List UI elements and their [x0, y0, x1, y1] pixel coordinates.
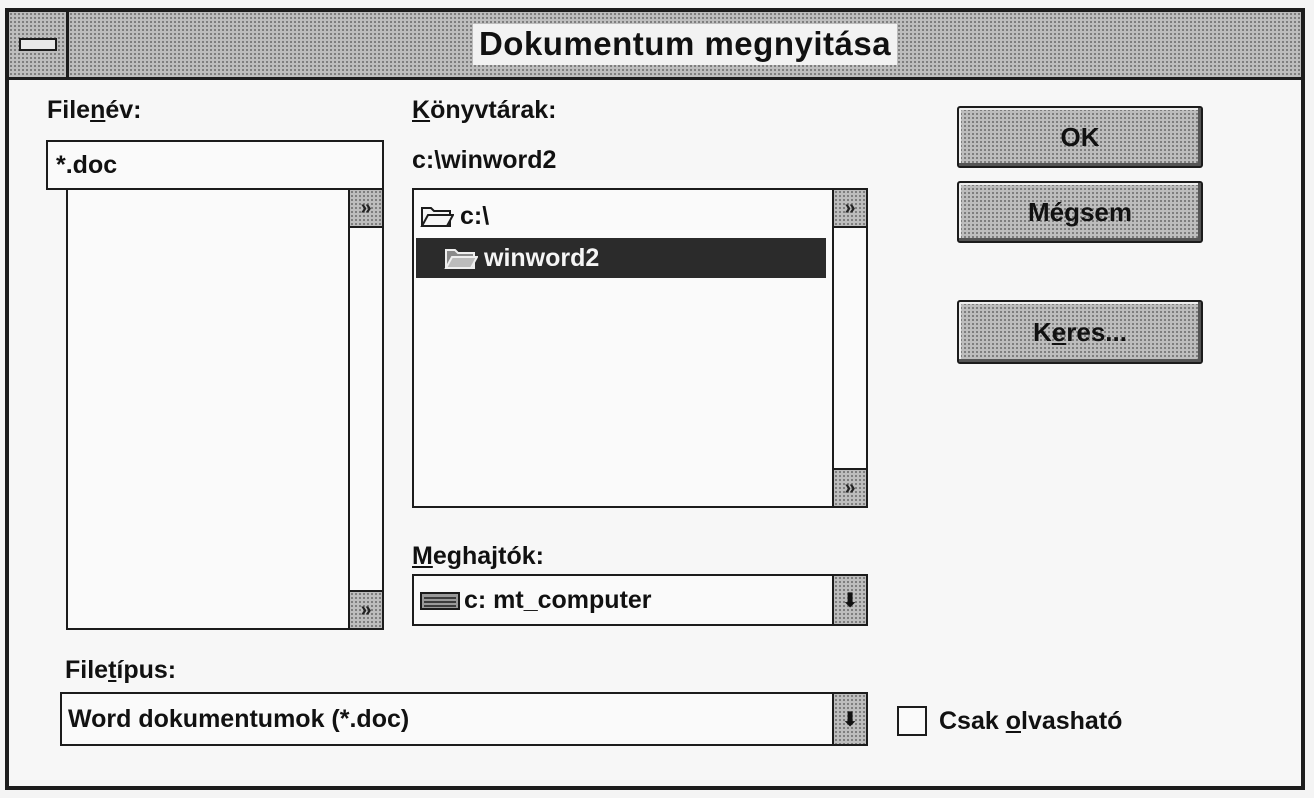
readonly-option[interactable]: Csak olvasható — [897, 706, 1122, 736]
current-path: c:\winword2 — [412, 146, 557, 174]
chevron-down-icon: » — [360, 598, 372, 621]
find-button[interactable]: Keres... — [957, 300, 1203, 364]
chevron-up-icon: » — [360, 196, 372, 219]
directories-label: Könyvtárak: — [412, 96, 557, 124]
arrow-down-icon: ⬇ — [841, 589, 859, 612]
readonly-checkbox[interactable] — [897, 706, 927, 736]
scroll-up-button[interactable]: » — [834, 190, 866, 228]
filename-label: Filenév: — [47, 96, 142, 124]
scroll-up-button[interactable]: » — [350, 190, 382, 228]
filename-input[interactable]: *.doc — [46, 140, 384, 190]
scroll-down-button[interactable]: » — [350, 590, 382, 628]
arrow-down-icon: ⬇ — [841, 708, 859, 731]
filetype-dropdown[interactable]: Word dokumentumok (*.doc) ⬇ — [60, 692, 868, 746]
directory-list-scrollbar[interactable]: » » — [832, 190, 866, 506]
filetype-label: Filetípus: — [65, 656, 177, 684]
hard-drive-icon — [420, 590, 460, 612]
readonly-label: Csak olvasható — [939, 706, 1123, 735]
directory-list[interactable]: c:\ winword2 » » — [412, 188, 868, 508]
filetype-dropdown-button[interactable]: ⬇ — [832, 694, 866, 744]
drives-dropdown-button[interactable]: ⬇ — [832, 576, 866, 624]
ok-button[interactable]: OK — [957, 106, 1203, 168]
chevron-down-icon: » — [844, 476, 856, 499]
open-folder-icon — [420, 204, 454, 228]
system-menu-icon — [18, 38, 57, 51]
directory-item-winword2[interactable]: winword2 — [416, 238, 826, 278]
chevron-up-icon: » — [844, 196, 856, 219]
file-list[interactable]: » » — [66, 188, 384, 630]
open-folder-icon — [444, 246, 478, 270]
scroll-down-button[interactable]: » — [834, 468, 866, 506]
window-title: Dokumentum megnyitása — [472, 24, 898, 65]
open-document-dialog: Dokumentum megnyitása Filenév: *.doc » »… — [5, 8, 1305, 790]
filetype-value: Word dokumentumok (*.doc) — [68, 705, 410, 733]
drives-label: Meghajtók: — [412, 542, 544, 570]
file-list-scrollbar[interactable]: » » — [348, 190, 382, 628]
cancel-button[interactable]: Mégsem — [957, 181, 1203, 243]
directory-item-label: c:\ — [460, 201, 490, 230]
title-bar[interactable]: Dokumentum megnyitása — [9, 12, 1301, 80]
drives-value: c: mt_computer — [464, 586, 652, 614]
drives-dropdown[interactable]: c: mt_computer ⬇ — [412, 574, 868, 626]
filename-input-value: *.doc — [56, 151, 118, 179]
directory-item-c[interactable]: c:\ — [420, 196, 489, 236]
directory-item-label: winword2 — [484, 243, 600, 272]
system-menu-button[interactable] — [9, 12, 69, 77]
